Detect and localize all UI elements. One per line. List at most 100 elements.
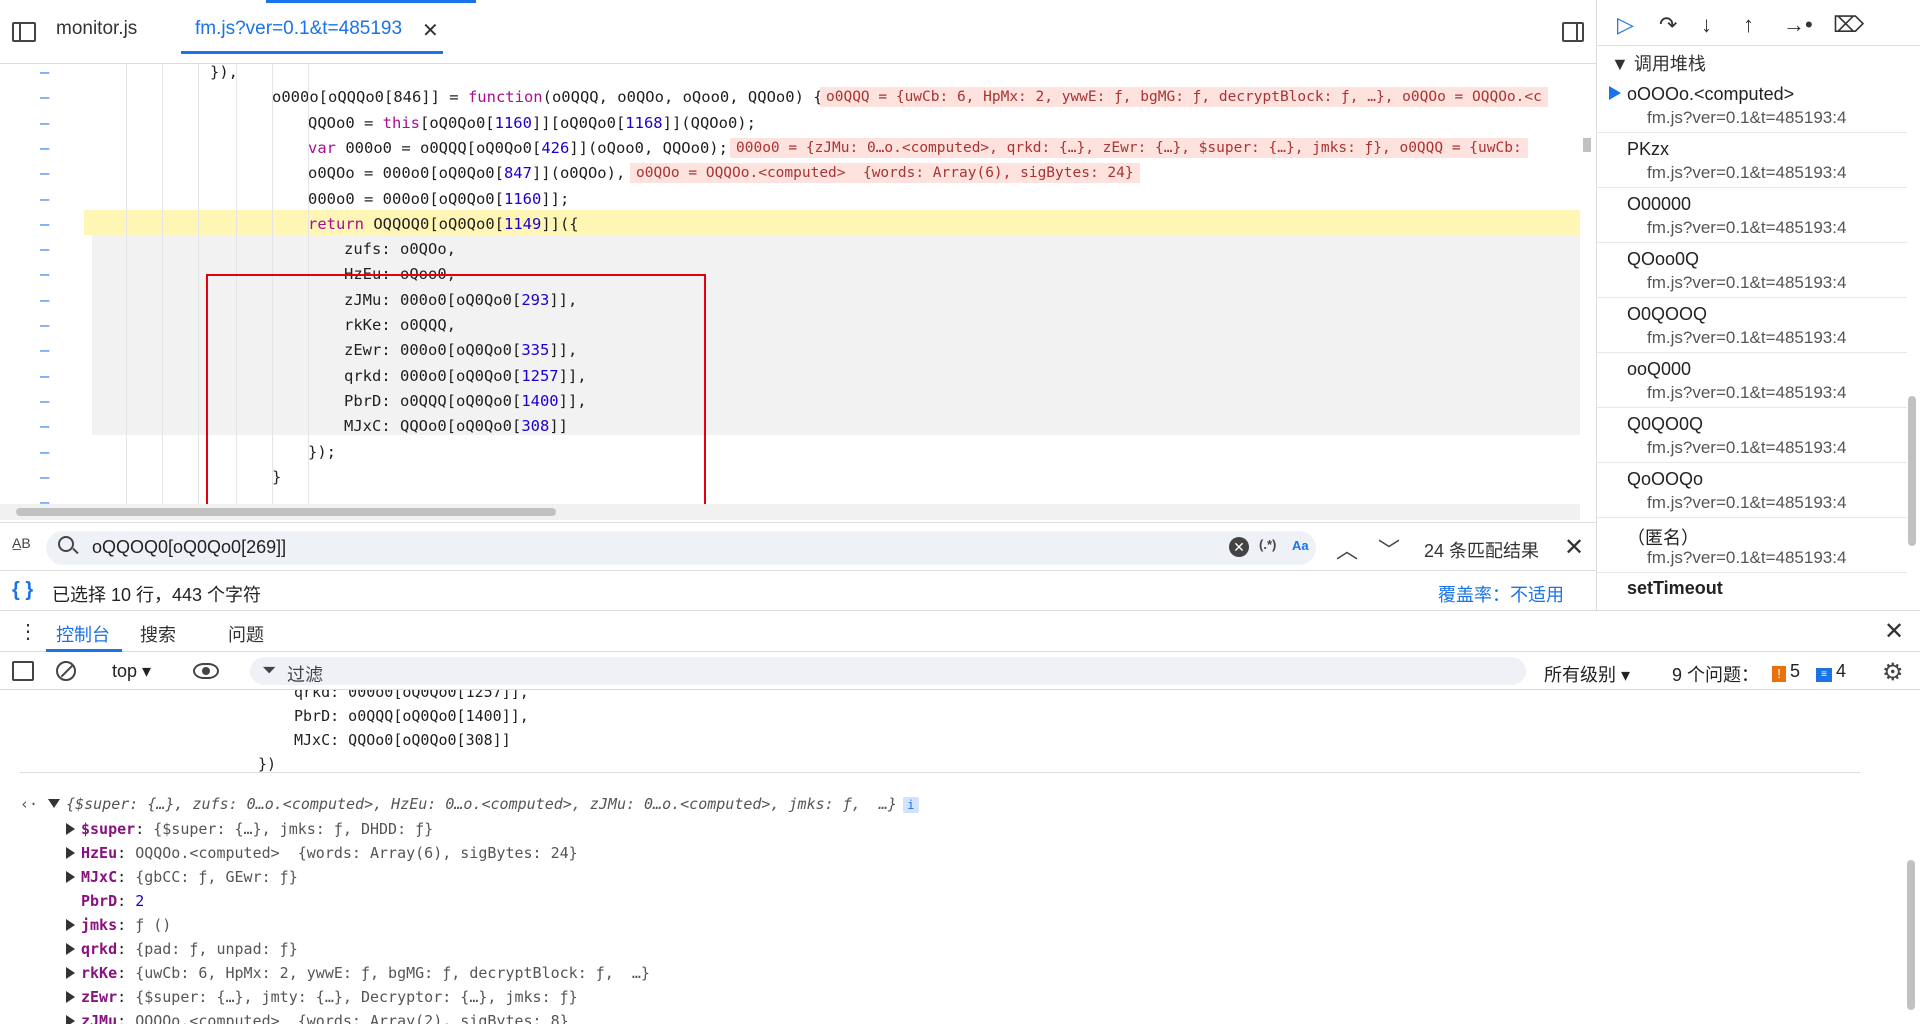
close-tab-icon[interactable]: ✕ — [422, 18, 439, 43]
line-gutter-marker[interactable]: – — [40, 212, 60, 237]
expand-triangle-icon[interactable] — [66, 1015, 75, 1024]
info-icon[interactable]: i — [902, 797, 919, 814]
line-gutter-marker[interactable]: – — [40, 465, 60, 490]
line-gutter-marker[interactable]: – — [40, 389, 60, 414]
live-expression-icon[interactable] — [193, 663, 219, 679]
line-gutter-marker[interactable]: – — [40, 440, 60, 465]
previous-match-icon[interactable]: ︿ — [1336, 533, 1358, 565]
line-gutter-marker[interactable]: – — [40, 111, 60, 136]
warning-count[interactable]: ! 5 — [1772, 661, 1800, 682]
tab-monitor-js[interactable]: monitor.js — [56, 18, 137, 40]
frame-location: fm.js?ver=0.1&t=485193:4 — [1647, 548, 1847, 567]
tab-console[interactable]: 控制台 — [56, 621, 110, 647]
line-gutter-marker[interactable]: – — [40, 187, 60, 212]
log-levels-select[interactable]: 所有级别 ▾ — [1544, 661, 1630, 687]
issues-label[interactable]: 9 个问题： — [1672, 661, 1759, 687]
object-property-row[interactable]: PbrD: 2 — [66, 889, 144, 913]
line-gutter-marker[interactable]: – — [40, 414, 60, 439]
line-gutter-marker[interactable]: – — [40, 262, 60, 287]
callstack-frame[interactable]: ooQ000 fm.js?ver=0.1&t=485193:4 — [1597, 353, 1907, 408]
line-gutter-marker[interactable]: – — [40, 136, 60, 161]
more-tools-icon[interactable]: ⋮ — [18, 619, 38, 644]
line-gutter-marker[interactable]: – — [40, 288, 60, 313]
expand-triangle-icon[interactable] — [66, 991, 75, 1004]
object-property-row[interactable]: $super: {$super: {…}, jmks: ƒ, DHDD: ƒ} — [66, 817, 433, 841]
property-value: {$super: {…}, jmty: {…}, Decryptor: {…},… — [135, 988, 578, 1007]
selection-status: 已选择 10 行，443 个字符 — [52, 585, 262, 605]
close-drawer-icon[interactable]: ✕ — [1884, 617, 1904, 646]
object-property-row[interactable]: zEwr: {$super: {…}, jmty: {…}, Decryptor… — [66, 985, 578, 1009]
expand-triangle-icon[interactable] — [66, 846, 75, 859]
toggle-debugger-sidebar-icon[interactable] — [1562, 22, 1584, 42]
expand-triangle-icon[interactable] — [66, 967, 75, 980]
search-input[interactable] — [90, 536, 1190, 559]
code-token: (o0QQQ, o0QOo, oQoo0, QQOo0) { — [542, 88, 823, 107]
console-scrollbar[interactable] — [1904, 690, 1918, 1024]
callstack-frame[interactable]: QOoo0Q fm.js?ver=0.1&t=485193:4 — [1597, 243, 1907, 298]
line-gutter-marker[interactable]: – — [40, 85, 60, 110]
callstack-frame[interactable]: Q0QO0Q fm.js?ver=0.1&t=485193:4 — [1597, 408, 1907, 463]
callstack-frame[interactable]: PKzx fm.js?ver=0.1&t=485193:4 — [1597, 133, 1907, 188]
editor-horizontal-scrollbar[interactable] — [0, 504, 1580, 520]
toggle-navigator-icon[interactable] — [12, 22, 36, 42]
current-frame-arrow-icon — [1609, 86, 1621, 100]
code-token: ]]({ — [541, 214, 579, 233]
object-property-row[interactable]: rkKe: {uwCb: 6, HpMx: 2, ywwE: ƒ, bgMG: … — [66, 961, 650, 985]
tab-issues[interactable]: 问题 — [228, 621, 264, 647]
tab-fm-js[interactable]: fm.js?ver=0.1&t=485193 — [195, 18, 402, 40]
line-gutter-marker[interactable]: – — [40, 364, 60, 389]
replace-toggle-icon[interactable]: A̲B — [12, 535, 31, 551]
console-sidebar-icon[interactable] — [12, 661, 34, 681]
object-property-row[interactable]: jmks: ƒ () — [66, 913, 171, 937]
pretty-print-icon[interactable]: { } — [12, 579, 33, 602]
context-select[interactable]: top ▾ — [112, 661, 151, 682]
object-property-row[interactable]: MJxC: {gbCC: ƒ, GEwr: ƒ} — [66, 865, 298, 889]
resume-icon[interactable]: ▷ — [1617, 12, 1634, 38]
expand-triangle-icon[interactable] — [66, 943, 75, 955]
regex-toggle[interactable]: (.*) — [1259, 537, 1276, 552]
expand-triangle-icon[interactable] — [66, 918, 75, 931]
frame-location: fm.js?ver=0.1&t=485193:4 — [1647, 108, 1847, 127]
editor-vertical-scrollbar[interactable] — [1580, 64, 1594, 520]
code-token: 000o0 = 000o0[oQ0Qo0[ — [308, 189, 504, 208]
debug-toolbar: ▷ ↷ ↓ ↑ →• ⌦ — [1597, 0, 1920, 46]
callstack-frame[interactable]: QoOOQo fm.js?ver=0.1&t=485193:4 — [1597, 463, 1907, 518]
callstack-frame[interactable]: O0QOOQ fm.js?ver=0.1&t=485193:4 — [1597, 298, 1907, 353]
object-property-row[interactable]: HzEu: OQQOo.<computed> {words: Array(6),… — [66, 841, 578, 865]
line-gutter-marker[interactable]: – — [40, 237, 60, 262]
info-count[interactable]: ≡ 4 — [1816, 661, 1846, 682]
step-icon[interactable]: →• — [1783, 12, 1813, 38]
coverage-link[interactable]: 覆盖率：不适用 — [1438, 581, 1564, 607]
line-gutter-marker[interactable]: – — [40, 64, 60, 85]
result-summary-row[interactable]: ‹· {$super: {…}, zufs: 0…o.<computed>, Hz… — [20, 792, 919, 816]
line-gutter-marker[interactable]: – — [40, 490, 60, 504]
step-out-icon[interactable]: ↑ — [1743, 12, 1754, 38]
callstack-frame[interactable]: oOOOo.<computed> fm.js?ver=0.1&t=485193:4 — [1597, 78, 1907, 133]
clear-search-icon[interactable]: ✕ — [1229, 537, 1249, 557]
callstack-frame[interactable]: （匿名） fm.js?ver=0.1&t=485193:4 — [1597, 518, 1907, 573]
step-into-icon[interactable]: ↓ — [1701, 12, 1712, 38]
clear-console-icon[interactable] — [56, 661, 76, 681]
expand-triangle-icon[interactable] — [66, 870, 75, 883]
tab-search[interactable]: 搜索 — [140, 621, 176, 647]
callstack-header[interactable]: ▼ 调用堆栈 — [1611, 50, 1706, 76]
callstack-frame[interactable]: O00000 fm.js?ver=0.1&t=485193:4 — [1597, 188, 1907, 243]
line-gutter-marker[interactable]: – — [40, 338, 60, 363]
object-property-row[interactable]: zJMu: OQQOo.<computed> {words: Array(2),… — [66, 1009, 569, 1024]
console-output[interactable]: qrkd: 000o0[oQ0Qo0[1257]], PbrD: o0QQQ[oQ… — [0, 690, 1920, 1024]
code-editor[interactable]: –}), – o000o[oQQQo0[846]] = function(o0QQQ… — [0, 64, 1580, 504]
filter-input[interactable]: 过滤 — [287, 661, 323, 687]
next-match-icon[interactable]: ﹀ — [1378, 533, 1400, 565]
code-line: –}), — [0, 64, 1580, 85]
close-search-icon[interactable]: ✕ — [1564, 533, 1584, 562]
object-property-row[interactable]: qrkd: {pad: ƒ, unpad: ƒ} — [66, 937, 298, 961]
settings-gear-icon[interactable]: ⚙ — [1882, 658, 1904, 687]
deactivate-breakpoints-icon[interactable]: ⌦ — [1833, 12, 1864, 38]
step-over-icon[interactable]: ↷ — [1659, 12, 1677, 38]
expand-triangle-icon[interactable] — [66, 822, 75, 835]
sidebar-scrollbar[interactable] — [1905, 46, 1919, 610]
line-gutter-marker[interactable]: – — [40, 161, 60, 186]
collapse-triangle-icon[interactable] — [48, 799, 61, 809]
line-gutter-marker[interactable]: – — [40, 313, 60, 338]
match-case-toggle[interactable]: Aa — [1292, 538, 1309, 553]
